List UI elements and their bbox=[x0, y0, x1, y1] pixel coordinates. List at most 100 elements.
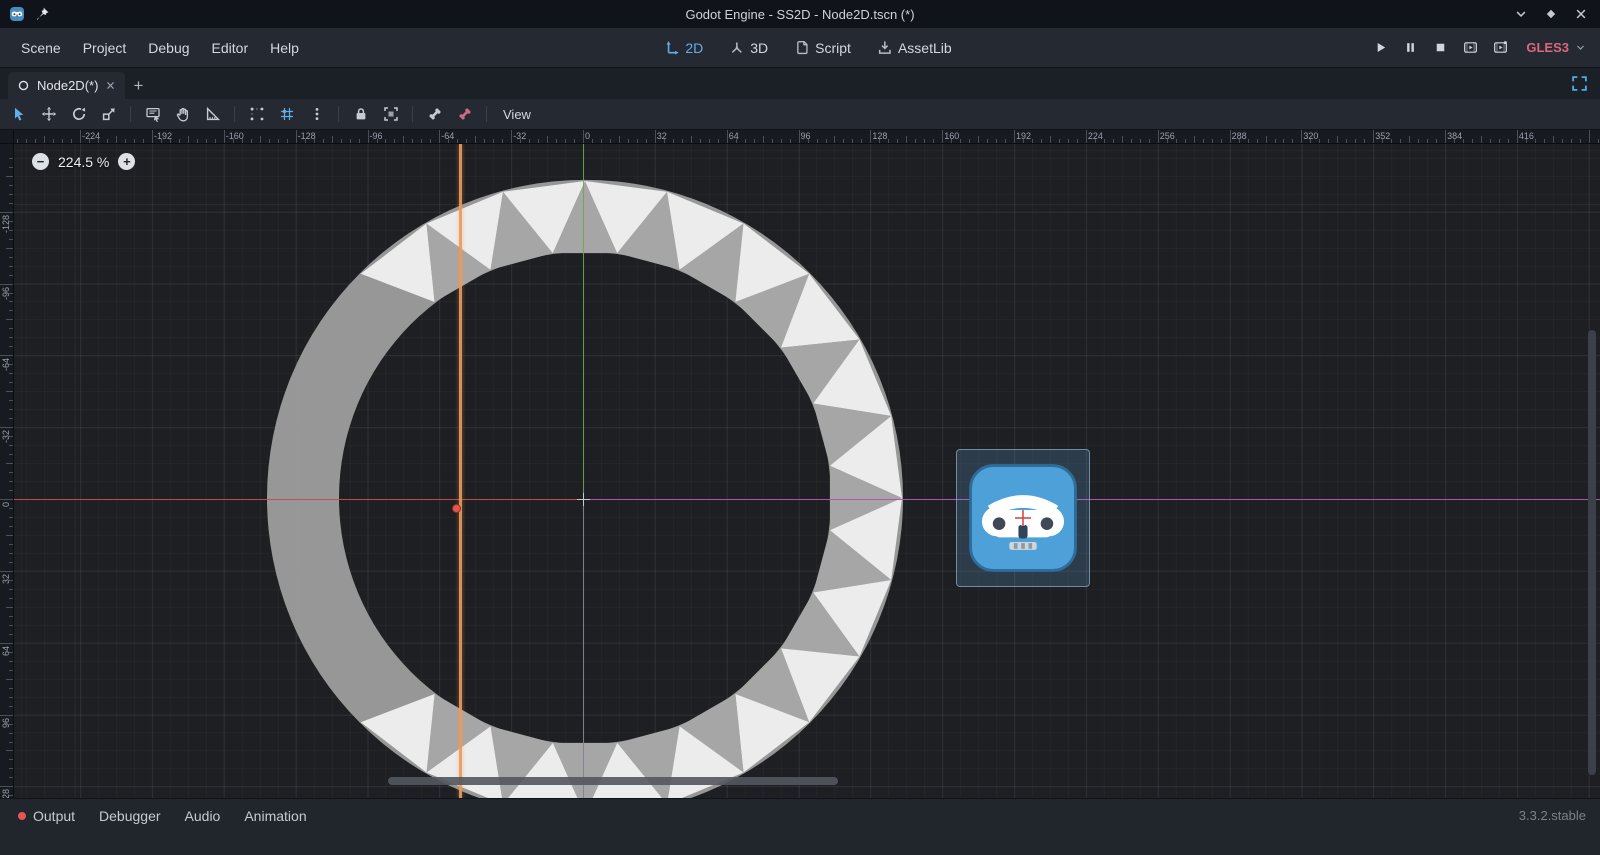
viewport-canvas[interactable]: − 224.5 % + bbox=[14, 144, 1600, 798]
pin-icon[interactable] bbox=[34, 6, 50, 22]
distraction-free-button[interactable] bbox=[1571, 75, 1588, 92]
ruler-top-label: -224 bbox=[82, 131, 100, 141]
smart-snap-icon bbox=[249, 106, 265, 122]
rotate-tool[interactable] bbox=[65, 102, 92, 126]
ruler-top-label: 32 bbox=[657, 131, 667, 141]
skeleton-options-button[interactable] bbox=[421, 102, 448, 126]
zoom-in-button[interactable]: + bbox=[118, 153, 135, 170]
orange-guide-line[interactable] bbox=[459, 144, 462, 798]
view-menu-button[interactable]: View bbox=[492, 107, 542, 122]
select-tool[interactable] bbox=[5, 102, 32, 126]
group-button[interactable] bbox=[377, 102, 404, 126]
menu-project[interactable]: Project bbox=[72, 28, 138, 68]
lock-icon bbox=[353, 106, 369, 122]
bottom-tab-audio[interactable]: Audio bbox=[173, 802, 233, 829]
menu-editor[interactable]: Editor bbox=[201, 28, 260, 68]
bones-button[interactable] bbox=[451, 102, 478, 126]
godot-sprite-selected[interactable] bbox=[956, 449, 1090, 587]
renderer-select[interactable]: GLES3 bbox=[1526, 40, 1590, 55]
zoom-out-button[interactable]: − bbox=[32, 153, 49, 170]
pause-button[interactable] bbox=[1403, 40, 1418, 55]
snap-options-button[interactable] bbox=[303, 102, 330, 126]
workspace-assetlib-button[interactable]: AssetLib bbox=[877, 40, 952, 56]
ruler-corner bbox=[0, 130, 14, 144]
ruler-top-label: -32 bbox=[513, 131, 526, 141]
bottom-tab-label: Output bbox=[33, 808, 75, 824]
bottom-panel-tabs: Output DebuggerAudioAnimation bbox=[6, 802, 319, 829]
pan-tool[interactable] bbox=[169, 102, 196, 126]
ruler-top-label: 256 bbox=[1160, 131, 1175, 141]
ruler-top-label: 64 bbox=[729, 131, 739, 141]
grid-snap-icon bbox=[279, 106, 295, 122]
ring-shape-sprite[interactable] bbox=[263, 176, 907, 798]
window-title: Godot Engine - SS2D - Node2D.tscn (*) bbox=[0, 7, 1600, 22]
control-point-handle[interactable] bbox=[452, 504, 461, 513]
titlebar[interactable]: Godot Engine - SS2D - Node2D.tscn (*) bbox=[0, 0, 1600, 28]
scale-tool[interactable] bbox=[95, 102, 122, 126]
zoom-level[interactable]: 224.5 % bbox=[58, 154, 109, 170]
menu-debug[interactable]: Debug bbox=[137, 28, 200, 68]
script-icon bbox=[794, 40, 809, 55]
play-custom-scene-button[interactable] bbox=[1493, 40, 1508, 55]
workspace-2d-button[interactable]: 2D bbox=[664, 40, 703, 56]
sprite-position-crosshair bbox=[1014, 509, 1032, 527]
ruler-top-label: 352 bbox=[1375, 131, 1390, 141]
scene-tab[interactable]: Node2D(*) bbox=[8, 72, 125, 99]
2d-icon bbox=[664, 40, 679, 55]
ruler-top-label: -128 bbox=[298, 131, 316, 141]
ruler-top-label: 128 bbox=[872, 131, 887, 141]
minimize-button[interactable] bbox=[1514, 7, 1528, 21]
new-scene-tab-button[interactable]: + bbox=[125, 72, 151, 99]
tab-close-button[interactable] bbox=[105, 80, 116, 91]
horizontal-scrollbar[interactable] bbox=[388, 777, 838, 785]
bottom-tab-debugger[interactable]: Debugger bbox=[87, 802, 173, 829]
renderer-label: GLES3 bbox=[1526, 40, 1569, 55]
play-scene-button[interactable] bbox=[1463, 40, 1478, 55]
grid-snap-toggle[interactable] bbox=[273, 102, 300, 126]
chevron-down-icon bbox=[1575, 42, 1586, 53]
output-status-dot bbox=[18, 812, 26, 820]
list-select-tool[interactable] bbox=[139, 102, 166, 126]
stop-button[interactable] bbox=[1433, 40, 1448, 55]
lock-button[interactable] bbox=[347, 102, 374, 126]
workspace-label: 3D bbox=[750, 40, 768, 56]
ruler-left-label: -32 bbox=[1, 430, 11, 443]
menu-scene[interactable]: Scene bbox=[10, 28, 72, 68]
close-button[interactable] bbox=[1574, 7, 1588, 21]
toolbar-separator bbox=[338, 106, 339, 122]
3d-icon bbox=[729, 40, 744, 55]
workspace-label: Script bbox=[815, 40, 851, 56]
workspace-2d: -224-192-160-128-96-64-32032649612816019… bbox=[0, 130, 1600, 798]
bottom-tab-output[interactable]: Output bbox=[6, 802, 87, 829]
zoom-controls: − 224.5 % + bbox=[32, 153, 135, 170]
workspace-3d-button[interactable]: 3D bbox=[729, 40, 768, 56]
ruler-left-label: 96 bbox=[1, 718, 11, 728]
assetlib-icon bbox=[877, 40, 892, 55]
ruler-horizontal: -224-192-160-128-96-64-32032649612816019… bbox=[14, 130, 1600, 144]
maximize-button[interactable] bbox=[1544, 7, 1558, 21]
group-icon bbox=[383, 106, 399, 122]
pan-icon bbox=[175, 106, 191, 122]
bottom-panel-bar: OutputDebuggerAudioAnimation 3.3.2.stabl… bbox=[0, 798, 1600, 855]
origin-crosshair bbox=[577, 493, 590, 506]
menu-help[interactable]: Help bbox=[259, 28, 310, 68]
play-button[interactable] bbox=[1373, 40, 1388, 55]
vertical-scrollbar[interactable] bbox=[1588, 330, 1596, 775]
ruler-tool[interactable] bbox=[199, 102, 226, 126]
workspace-script-button[interactable]: Script bbox=[794, 40, 851, 56]
ruler-left-label: 0 bbox=[1, 502, 11, 507]
scene-tabs: Node2D(*) bbox=[0, 72, 125, 99]
ruler-top-label: 384 bbox=[1447, 131, 1462, 141]
toolbar-separator bbox=[130, 106, 131, 122]
toolbar-separator bbox=[486, 106, 487, 122]
ruler-top-label: 0 bbox=[585, 131, 590, 141]
ruler-top-label: -192 bbox=[154, 131, 172, 141]
menubar: SceneProjectDebugEditorHelp 2D 3D Script As… bbox=[0, 28, 1600, 68]
ruler-top-label: 224 bbox=[1088, 131, 1103, 141]
canvas-toolbar: View bbox=[0, 99, 1600, 130]
move-tool[interactable] bbox=[35, 102, 62, 126]
ruler-top-label: 192 bbox=[1016, 131, 1031, 141]
smart-snap-toggle[interactable] bbox=[243, 102, 270, 126]
ruler-left-label: -96 bbox=[1, 287, 11, 300]
bottom-tab-animation[interactable]: Animation bbox=[232, 802, 318, 829]
